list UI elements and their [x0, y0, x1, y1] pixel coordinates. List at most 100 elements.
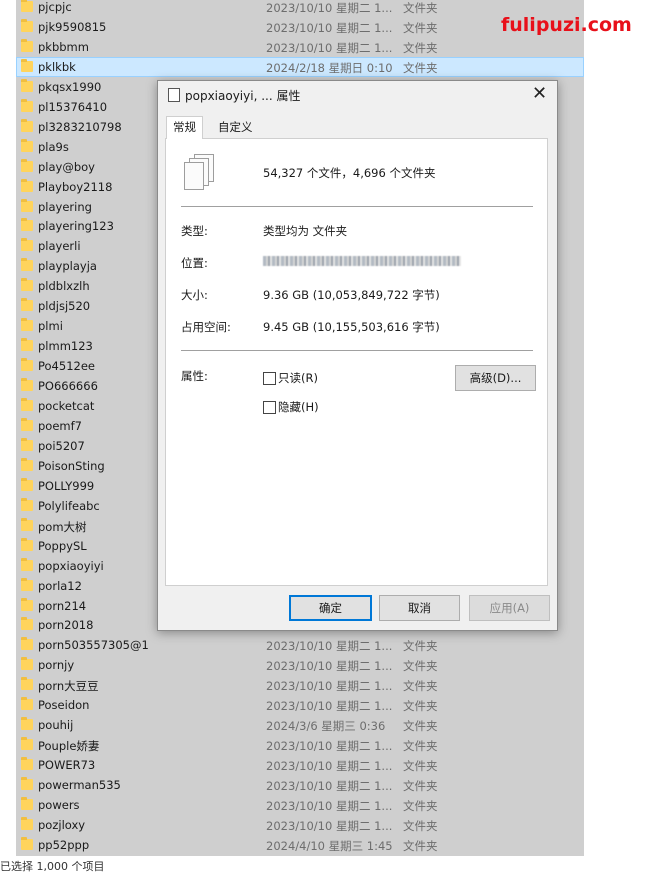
file-row[interactable]: pjcpjc 2023/10/10 星期二 1... 文件夹 — [16, 0, 584, 17]
size-value: 9.36 GB (10,053,849,722 字节) — [263, 288, 440, 302]
file-type: 文件夹 — [403, 40, 438, 55]
folder-icon — [21, 378, 33, 392]
type-value: 类型均为 文件夹 — [263, 224, 348, 238]
file-name: PoisonSting — [38, 458, 105, 473]
file-name: poi5207 — [38, 438, 85, 453]
file-type: 文件夹 — [403, 759, 438, 774]
file-name: POWER73 — [38, 758, 96, 773]
file-name: playering — [38, 199, 92, 214]
file-row[interactable]: Poseidon 2023/10/10 星期二 1... 文件夹 — [16, 695, 584, 715]
apply-button[interactable]: 应用(A) — [469, 595, 550, 621]
file-row[interactable]: Pouple娇妻 2023/10/10 星期二 1... 文件夹 — [16, 735, 584, 755]
file-row[interactable]: pklkbk 2024/2/18 星期日 0:10 文件夹 — [16, 56, 584, 77]
file-type: 文件夹 — [403, 60, 438, 75]
file-name: Playboy2118 — [38, 179, 113, 194]
file-name: Polylifeabc — [38, 498, 100, 513]
file-name: pkbbmm — [38, 39, 89, 54]
folder-icon — [21, 138, 33, 152]
file-name: play@boy — [38, 159, 95, 174]
file-row[interactable]: porn大豆豆 2023/10/10 星期二 1... 文件夹 — [16, 675, 584, 695]
file-name: pp52ppp — [38, 837, 90, 852]
readonly-label[interactable]: 只读(R) — [278, 370, 318, 386]
file-row[interactable]: porn503557305@1 2023/10/10 星期二 1... 文件夹 — [16, 635, 584, 655]
folder-icon — [21, 577, 33, 591]
file-row[interactable]: pp52ppp 2024/4/10 星期三 1:45 文件夹 — [16, 835, 584, 855]
file-name: plmi — [38, 319, 63, 334]
hidden-checkbox[interactable] — [263, 401, 276, 414]
folder-properties-icon — [168, 88, 180, 102]
file-name: porn2018 — [38, 618, 94, 633]
file-date-modified: 2023/10/10 星期二 1... — [266, 639, 393, 654]
folder-icon — [21, 477, 33, 491]
file-type: 文件夹 — [403, 20, 438, 35]
folder-icon — [21, 417, 33, 431]
file-date-modified: 2023/10/10 星期二 1... — [266, 679, 393, 694]
tab-general[interactable]: 常规 — [166, 116, 203, 139]
file-row[interactable]: pozjloxy 2023/10/10 星期二 1... 文件夹 — [16, 815, 584, 835]
file-date-modified: 2023/10/10 星期二 1... — [266, 1, 393, 15]
close-icon[interactable]: ✕ — [532, 83, 547, 104]
file-row[interactable]: pkbbmm 2023/10/10 星期二 1... 文件夹 — [16, 37, 584, 57]
hidden-label[interactable]: 隐藏(H) — [278, 399, 319, 415]
attributes-label: 属性: — [181, 369, 208, 383]
file-row[interactable]: powers 2023/10/10 星期二 1... 文件夹 — [16, 795, 584, 815]
folder-icon — [21, 218, 33, 232]
file-name: POLLY999 — [38, 478, 95, 493]
file-type: 文件夹 — [403, 838, 438, 853]
file-row[interactable]: pornjy 2023/10/10 星期二 1... 文件夹 — [16, 655, 584, 675]
file-row[interactable]: pjk9590815 2023/10/10 星期二 1... 文件夹 — [16, 17, 584, 37]
folder-icon — [21, 717, 33, 731]
advanced-button[interactable]: 高级(D)... — [455, 365, 536, 391]
disk-usage-value: 9.45 GB (10,155,503,616 字节) — [263, 320, 440, 334]
properties-dialog: popxiaoyiyi, ... 属性 ✕ 常规 自定义 54,327 个文件，… — [157, 80, 558, 631]
watermark-logo: fulipuzi.com — [501, 14, 632, 36]
file-date-modified: 2023/10/10 星期二 1... — [266, 818, 393, 833]
disk-usage-label: 占用空间: — [181, 320, 231, 334]
folder-icon — [21, 118, 33, 132]
file-name: pouhij — [38, 718, 74, 733]
file-date-modified: 2023/10/10 星期二 1... — [266, 759, 393, 774]
folder-icon — [21, 0, 33, 12]
file-name: playplayja — [38, 259, 97, 274]
folder-icon — [21, 697, 33, 711]
folder-icon — [21, 517, 33, 531]
file-name: PoppySL — [38, 538, 87, 553]
file-name: PO666666 — [38, 379, 98, 394]
file-row[interactable]: POWER73 2023/10/10 星期二 1... 文件夹 — [16, 755, 584, 775]
file-name: pldjsj520 — [38, 299, 91, 314]
file-name: Po4512ee — [38, 359, 95, 374]
readonly-checkbox[interactable] — [263, 372, 276, 385]
cancel-button[interactable]: 取消 — [379, 595, 460, 621]
file-name: Pouple娇妻 — [38, 739, 100, 754]
file-name: pocketcat — [38, 399, 95, 413]
file-name: powers — [38, 798, 80, 812]
folder-icon — [21, 338, 33, 352]
file-type: 文件夹 — [403, 639, 438, 654]
file-date-modified: 2023/10/10 星期二 1... — [266, 699, 393, 714]
file-row[interactable]: powerman535 2023/10/10 星期二 1... 文件夹 — [16, 775, 584, 795]
divider — [181, 206, 533, 207]
folder-icon — [21, 557, 33, 571]
multiple-files-icon — [184, 154, 214, 190]
file-name: pom大树 — [38, 519, 87, 534]
folder-icon — [21, 278, 33, 292]
size-label: 大小: — [181, 288, 208, 302]
file-date-modified: 2023/10/10 星期二 1... — [266, 40, 393, 55]
folder-icon — [21, 797, 33, 810]
file-name: Poseidon — [38, 698, 90, 713]
file-name: playering123 — [38, 219, 114, 234]
file-name: poemf7 — [38, 418, 82, 433]
type-label: 类型: — [181, 224, 208, 238]
file-type: 文件夹 — [403, 739, 438, 754]
file-date-modified: 2024/2/18 星期日 0:10 — [266, 60, 393, 75]
file-date-modified: 2023/10/10 星期二 1... — [266, 739, 393, 754]
status-bar: 已选择 1,000 个项目 — [0, 860, 105, 873]
file-row[interactable]: pouhij 2024/3/6 星期三 0:36 文件夹 — [16, 715, 584, 735]
file-name: porn503557305@1 — [38, 638, 149, 653]
ok-button[interactable]: 确定 — [289, 595, 372, 621]
folder-icon — [21, 777, 33, 791]
tab-custom[interactable]: 自定义 — [212, 117, 259, 138]
file-name: porn214 — [38, 598, 87, 613]
folder-icon — [21, 258, 33, 272]
file-name: pozjloxy — [38, 817, 86, 832]
